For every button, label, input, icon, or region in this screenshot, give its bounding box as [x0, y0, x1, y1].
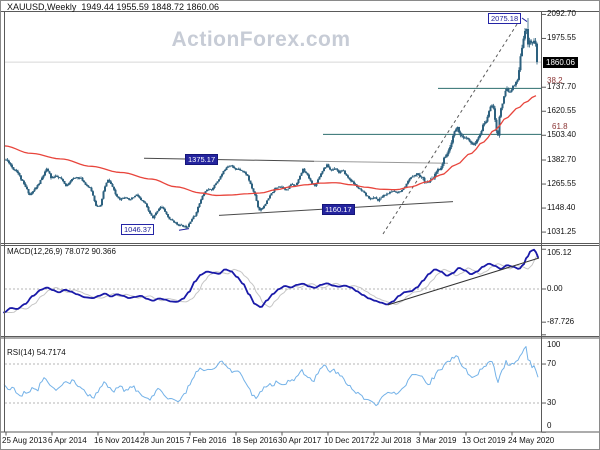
chart-canvas[interactable]: [1, 1, 600, 450]
rsi-indicator-title: RSI(14) 54.7174: [7, 348, 66, 357]
symbol-title: XAUUSD,Weekly 1949.44 1955.59 1848.72 18…: [7, 2, 219, 12]
chart-window: ActionForex.com XAUUSD,Weekly 1949.44 19…: [0, 0, 600, 450]
price-annotation-tag[interactable]: 2075.18: [488, 12, 522, 24]
price-annotation-tag[interactable]: 1160.17: [322, 204, 355, 216]
price-annotation-tag[interactable]: 1046.37: [121, 224, 155, 236]
macd-indicator-title: MACD(12,26,9) 78.072 90.366: [7, 247, 116, 256]
price-annotation-tag[interactable]: 1375.17: [185, 154, 219, 166]
